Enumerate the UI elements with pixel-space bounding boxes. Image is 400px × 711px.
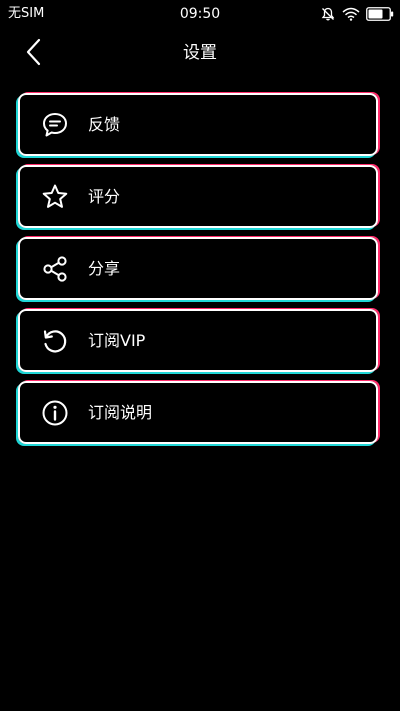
star-icon: [40, 182, 70, 212]
menu-item-share[interactable]: 分享: [18, 237, 378, 300]
battery-icon: [366, 7, 394, 21]
alarm-off-icon: [320, 6, 336, 22]
menu-item-feedback[interactable]: 反馈: [18, 93, 378, 156]
menu-item-subscription-info[interactable]: 订阅说明: [18, 381, 378, 444]
menu-item-subscribe-vip[interactable]: 订阅VIP: [18, 309, 378, 372]
info-icon: [40, 398, 70, 428]
settings-menu: 反馈 评分 分享 订阅VIP 订阅说明: [18, 93, 382, 453]
chat-bubble-icon: [40, 110, 70, 140]
menu-item-label: 订阅说明: [88, 402, 153, 422]
menu-item-label: 订阅VIP: [88, 330, 146, 350]
page-title: 设置: [183, 43, 217, 63]
menu-item-label: 反馈: [88, 114, 121, 134]
header: 设置: [0, 28, 400, 78]
status-icons: [320, 4, 394, 24]
menu-item-rate[interactable]: 评分: [18, 165, 378, 228]
status-bar: 无SIM 09:50: [0, 0, 400, 28]
restore-icon: [40, 326, 70, 356]
wifi-icon: [342, 7, 360, 21]
menu-item-label: 分享: [88, 258, 121, 278]
share-icon: [40, 254, 70, 284]
menu-item-label: 评分: [88, 186, 121, 206]
